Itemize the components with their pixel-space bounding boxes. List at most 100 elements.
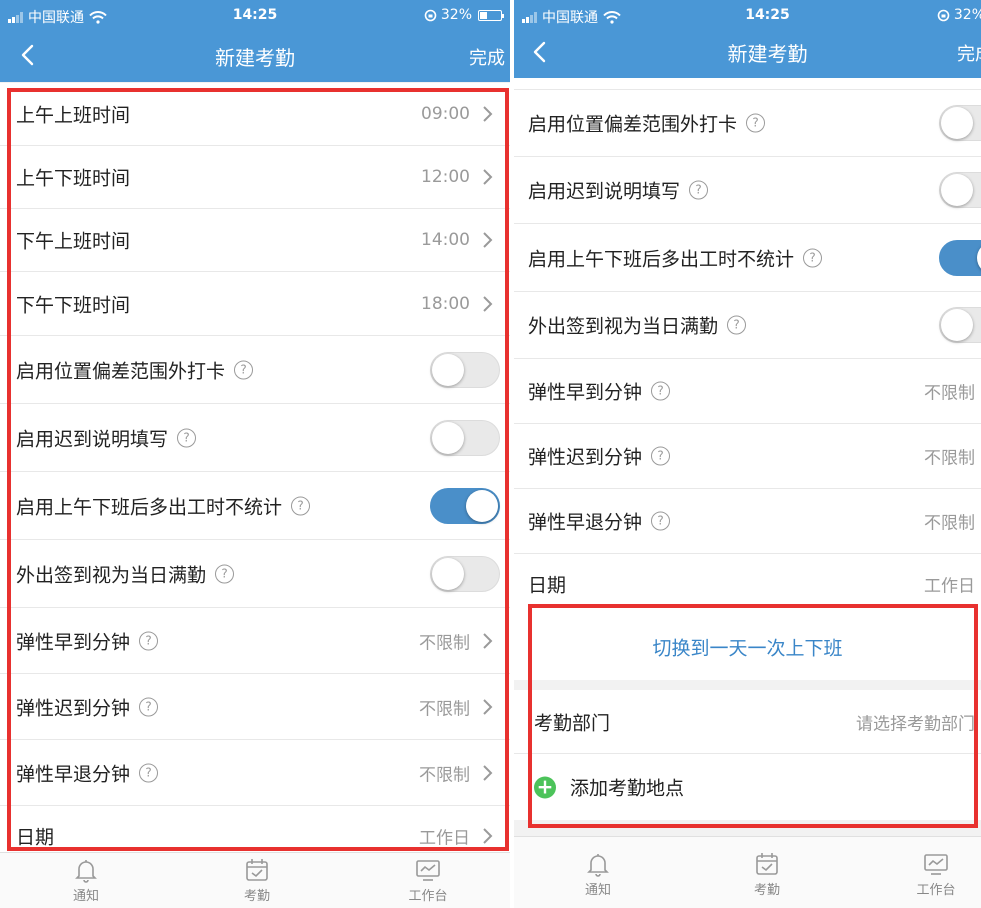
department-row[interactable]: 考勤部门 请选择考勤部门 — [514, 690, 981, 754]
switch-mode-button[interactable]: 切换到一天一次上下班 — [514, 614, 981, 680]
row-label-wrap: 启用位置偏差范围外打卡? — [528, 110, 766, 137]
toggle-switch[interactable] — [430, 487, 500, 524]
row-label: 弹性早退分钟 — [16, 763, 131, 785]
toggle-switch[interactable] — [430, 555, 500, 592]
status-bar: 中国联通 14:25 32% — [0, 0, 510, 30]
row-label-wrap: 弹性早到分钟? — [16, 627, 159, 654]
row-label: 外出签到视为当日满勤 — [528, 315, 719, 338]
chevron-right-icon — [483, 632, 493, 649]
question-circle-icon[interactable]: ? — [651, 381, 671, 401]
flex-early-arrival-row[interactable]: 弹性早到分钟? 不限制 — [514, 359, 981, 424]
question-circle-icon[interactable]: ? — [651, 446, 671, 466]
monitor-chart-icon — [416, 860, 440, 881]
question-circle-icon[interactable]: ? — [234, 360, 254, 379]
flex-early-leave-row[interactable]: 弹性早退分钟? 不限制 — [0, 740, 510, 806]
tab-workbench[interactable]: 工作台 — [398, 857, 458, 904]
row-label: 启用迟到说明填写 — [16, 428, 169, 450]
tab-notify[interactable]: 通知 — [568, 851, 628, 898]
time-row-afternoon-start[interactable]: 下午上班时间 14:00 — [0, 209, 510, 272]
row-label-wrap: 启用迟到说明填写? — [528, 177, 709, 204]
date-row[interactable]: 日期 工作日 — [514, 554, 981, 614]
battery-percent: 32% — [953, 7, 981, 23]
question-circle-icon[interactable]: ? — [689, 180, 709, 200]
time-row-morning-start[interactable]: 上午上班时间 09:00 — [0, 83, 510, 146]
done-button[interactable]: 完成 — [957, 40, 981, 66]
question-circle-icon[interactable]: ? — [746, 113, 766, 133]
tab-notify[interactable]: 通知 — [56, 857, 116, 904]
navigation-bar: 新建考勤 完成 — [0, 30, 510, 82]
tab-label: 工作台 — [408, 889, 448, 904]
toggle-switch[interactable] — [939, 105, 981, 141]
time-row-morning-end[interactable]: 上午下班时间 12:00 — [0, 146, 510, 209]
row-label-wrap: 启用上午下班后多出工时不统计? — [528, 244, 823, 271]
row-label-wrap: 弹性迟到分钟? — [16, 693, 159, 720]
tab-label: 通知 — [584, 883, 611, 898]
question-circle-icon[interactable]: ? — [139, 631, 159, 650]
question-circle-icon[interactable]: ? — [139, 763, 159, 782]
phone-screen-left: 中国联通 14:25 32% 新建考勤 完成 上午上班时间 09:00 上午下班… — [0, 0, 510, 908]
row-label: 弹性迟到分钟 — [528, 446, 643, 469]
tab-bar: 通知 考勤 工作台 — [0, 852, 510, 908]
row-label: 下午上班时间 — [16, 230, 131, 253]
question-circle-icon[interactable]: ? — [291, 496, 311, 515]
row-label: 启用位置偏差范围外打卡 — [16, 360, 226, 382]
row-value: 不限制 — [419, 633, 470, 653]
phone-screen-right: 中国联通 14:25 32% 新建考勤 完成 启用位置偏差范围外打卡? 启用迟到… — [514, 0, 981, 908]
toggle-row-outing-full-attendance: 外出签到视为当日满勤? — [514, 292, 981, 359]
row-label-wrap: 弹性早退分钟? — [16, 759, 159, 786]
row-label: 上午上班时间 — [16, 104, 131, 127]
calendar-check-icon — [756, 853, 778, 875]
row-label: 弹性早到分钟 — [16, 631, 131, 653]
row-value: 12:00 — [421, 167, 470, 187]
question-circle-icon[interactable]: ? — [215, 564, 235, 583]
bell-icon — [587, 854, 609, 877]
row-label-wrap: 弹性早到分钟? — [528, 378, 671, 405]
row-label-wrap: 外出签到视为当日满勤? — [528, 312, 747, 339]
row-label: 添加考勤地点 — [570, 777, 685, 800]
toggle-switch[interactable] — [939, 239, 981, 276]
flex-late-row[interactable]: 弹性迟到分钟? 不限制 — [0, 674, 510, 740]
row-label: 弹性早退分钟 — [528, 511, 643, 534]
row-value: 工作日 — [419, 828, 470, 849]
flex-early-leave-row[interactable]: 弹性早退分钟? 不限制 — [514, 489, 981, 554]
row-label-wrap: 启用上午下班后多出工时不统计? — [16, 492, 311, 519]
toggle-switch[interactable] — [939, 307, 981, 343]
row-label: 外出签到视为当日满勤 — [16, 564, 207, 586]
add-location-row[interactable]: + 添加考勤地点 — [514, 754, 981, 820]
tab-label: 工作台 — [916, 883, 956, 898]
tab-workbench[interactable]: 工作台 — [906, 851, 966, 898]
monitor-chart-icon — [924, 854, 948, 875]
flex-early-arrival-row[interactable]: 弹性早到分钟? 不限制 — [0, 608, 510, 674]
toggle-switch[interactable] — [939, 172, 981, 208]
battery-percent: 32% — [440, 7, 472, 23]
row-label-wrap: 启用迟到说明填写? — [16, 424, 197, 451]
done-button[interactable]: 完成 — [469, 44, 505, 70]
row-label: 启用上午下班后多出工时不统计 — [528, 248, 795, 270]
rotation-lock-icon — [937, 9, 950, 21]
bell-icon — [75, 860, 97, 883]
toggle-row-location-deviation: 启用位置偏差范围外打卡? — [0, 336, 510, 404]
time-row-afternoon-end[interactable]: 下午下班时间 18:00 — [0, 272, 510, 336]
tab-bar: 通知 考勤 工作台 — [514, 836, 981, 908]
question-circle-icon[interactable]: ? — [803, 248, 823, 267]
tab-attendance[interactable]: 考勤 — [737, 851, 797, 898]
row-label: 考勤部门 — [534, 712, 611, 734]
toggle-switch[interactable] — [430, 419, 500, 456]
flex-late-row[interactable]: 弹性迟到分钟? 不限制 — [514, 424, 981, 489]
tab-attendance[interactable]: 考勤 — [227, 857, 287, 904]
chevron-right-icon — [483, 232, 493, 248]
chevron-right-icon — [483, 698, 493, 715]
row-value: 工作日 — [924, 576, 975, 597]
chevron-right-icon — [483, 106, 493, 122]
row-partial — [514, 78, 981, 90]
row-label: 启用位置偏差范围外打卡 — [528, 113, 738, 136]
toggle-row-late-explanation: 启用迟到说明填写? — [0, 404, 510, 472]
row-value: 18:00 — [421, 293, 470, 314]
toggle-switch[interactable] — [430, 351, 500, 388]
question-circle-icon[interactable]: ? — [139, 697, 159, 716]
question-circle-icon[interactable]: ? — [177, 428, 197, 447]
tab-label: 考勤 — [243, 889, 270, 904]
question-circle-icon[interactable]: ? — [651, 511, 671, 531]
row-label-wrap: 弹性迟到分钟? — [528, 443, 671, 470]
question-circle-icon[interactable]: ? — [727, 315, 747, 335]
